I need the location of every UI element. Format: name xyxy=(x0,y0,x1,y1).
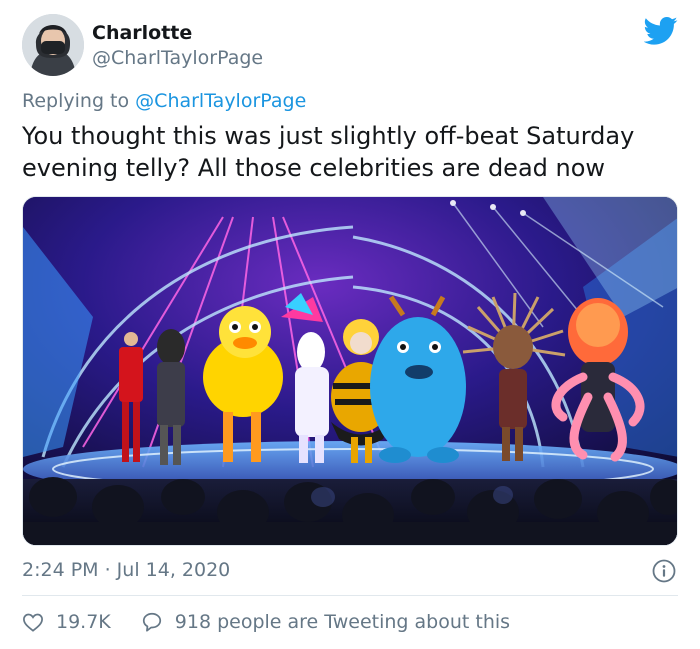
author-name[interactable]: Charlotte xyxy=(92,22,192,44)
reply-prefix: Replying to xyxy=(22,90,130,112)
like-count: 19.7K xyxy=(56,611,111,633)
tweet-actions: 19.7K 918 people are Tweeting about this xyxy=(22,609,540,635)
conversation-link[interactable]: 918 people are Tweeting about this xyxy=(141,611,510,633)
heart-icon xyxy=(23,613,43,632)
conversation-text: 918 people are Tweeting about this xyxy=(174,611,511,633)
stage-photo xyxy=(23,197,677,545)
tweet-text: You thought this was just slightly off-b… xyxy=(22,122,635,182)
reply-context: Replying to @CharlTaylorPage xyxy=(22,90,306,112)
avatar-image xyxy=(22,14,84,76)
tweet-photo[interactable] xyxy=(22,196,678,546)
avatar[interactable] xyxy=(22,14,84,76)
reply-mention-link[interactable]: @CharlTaylorPage xyxy=(135,90,306,112)
like-button[interactable]: 19.7K xyxy=(22,611,111,633)
divider xyxy=(22,595,678,596)
author-handle[interactable]: @CharlTaylorPage xyxy=(92,47,263,69)
twitter-bird-icon[interactable] xyxy=(643,16,678,46)
speech-bubble-icon xyxy=(142,612,161,632)
tweet-timestamp[interactable]: 2:24 PM · Jul 14, 2020 xyxy=(22,559,230,581)
info-icon[interactable] xyxy=(652,559,676,583)
